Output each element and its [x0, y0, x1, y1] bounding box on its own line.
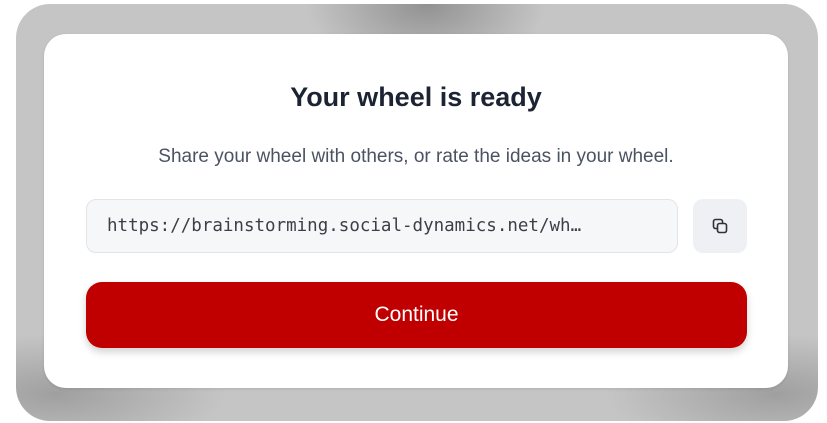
share-wheel-dialog: Your wheel is ready Share your wheel wit…: [44, 34, 788, 388]
share-link-field[interactable]: [86, 199, 678, 253]
copy-link-button[interactable]: [693, 199, 747, 253]
share-link-row: [86, 199, 747, 255]
dialog-subtitle: Share your wheel with others, or rate th…: [158, 146, 674, 167]
continue-button[interactable]: Continue: [86, 282, 747, 348]
copy-icon: [710, 216, 730, 236]
dialog-title: Your wheel is ready: [290, 82, 542, 112]
